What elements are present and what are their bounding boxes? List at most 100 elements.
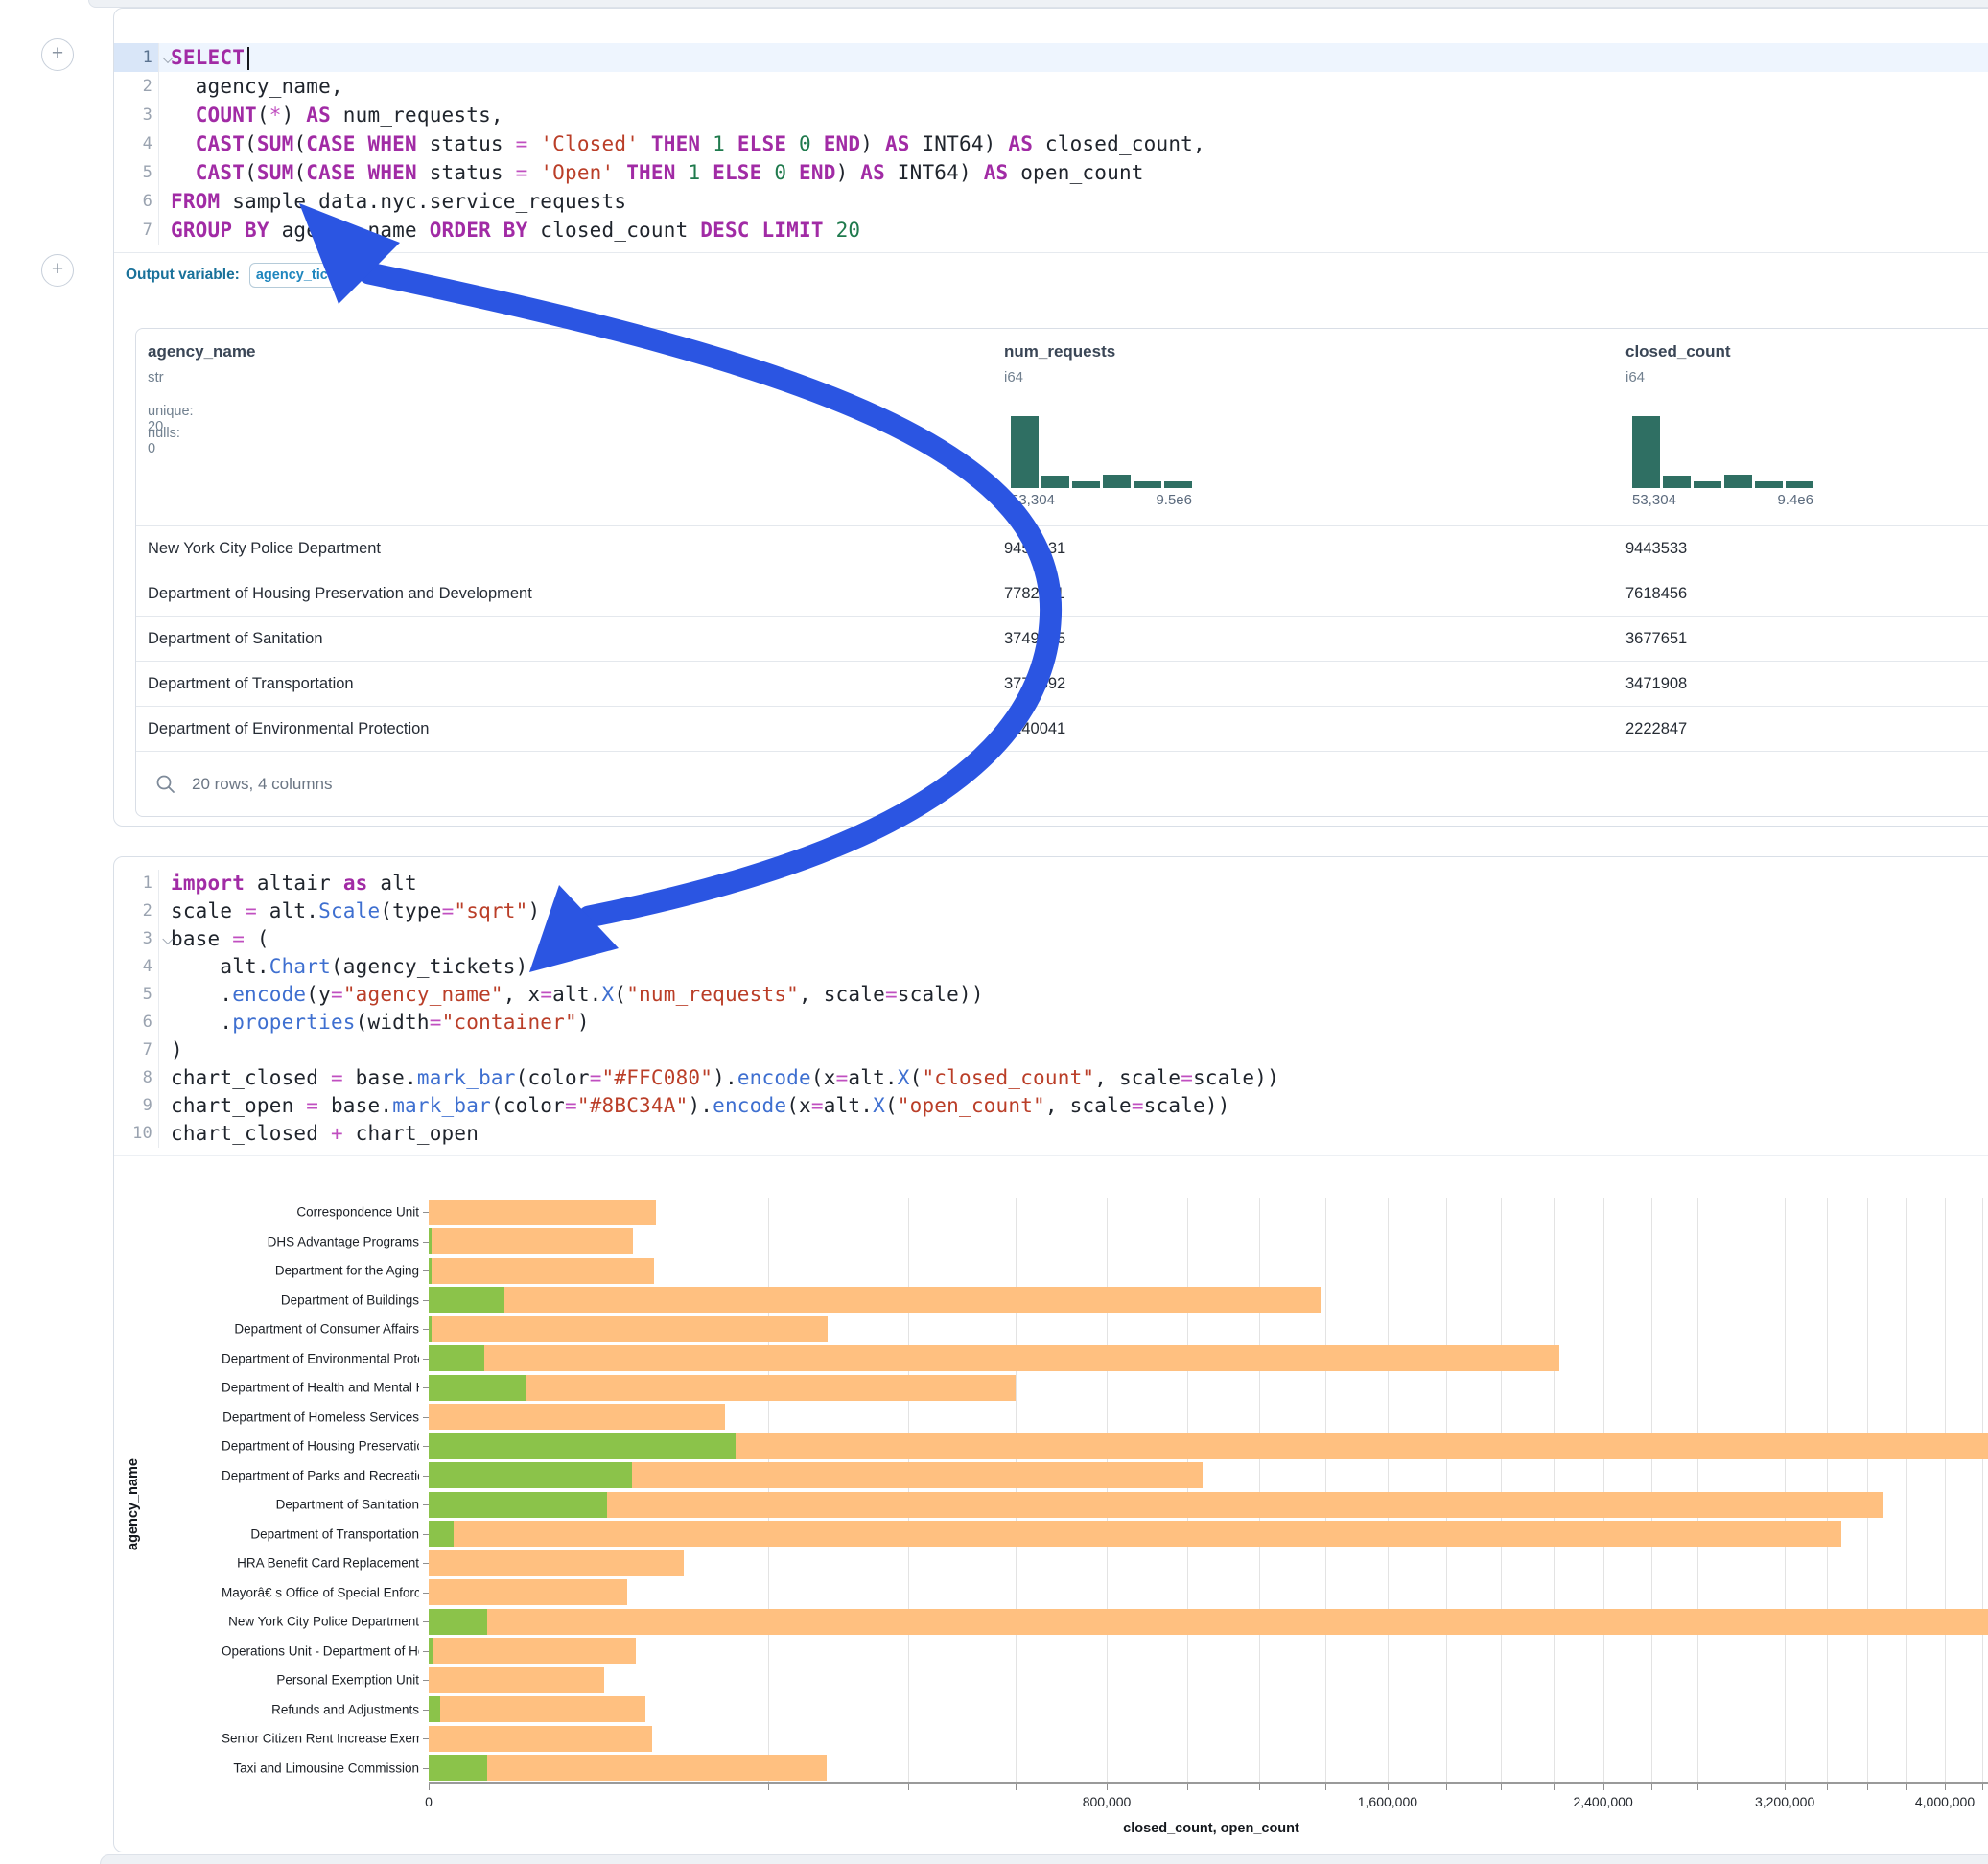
closed_count-bar bbox=[429, 1638, 636, 1664]
y-axis-tick bbox=[423, 1300, 429, 1301]
y-axis-label: Department of Housing Preservation … bbox=[222, 1439, 419, 1454]
x-axis-tick bbox=[768, 1784, 769, 1790]
y-axis-tick bbox=[423, 1359, 429, 1360]
table-row[interactable]: Department of Transportation377489234719… bbox=[136, 661, 1988, 707]
code-text[interactable]: alt.Chart(agency_tickets) bbox=[159, 953, 1988, 981]
python-code-editor[interactable]: 1import altair as alt2scale = alt.Scale(… bbox=[114, 857, 1988, 1156]
y-axis-label: Personal Exemption Unit bbox=[222, 1673, 419, 1688]
table-row[interactable]: Department of Housing Preservation and D… bbox=[136, 571, 1988, 617]
code-line[interactable]: 1SELECT bbox=[114, 43, 1988, 72]
x-axis-title: closed_count, open_count bbox=[1123, 1821, 1299, 1836]
code-line[interactable]: 5 .encode(y="agency_name", x=alt.X("num_… bbox=[114, 981, 1988, 1009]
code-line[interactable]: 4 alt.Chart(agency_tickets) bbox=[114, 953, 1988, 981]
code-text[interactable]: COUNT(*) AS num_requests, bbox=[159, 101, 1988, 129]
x-axis-tick bbox=[1259, 1784, 1260, 1790]
row-column-count: 20 rows, 4 columns bbox=[192, 775, 332, 794]
code-text[interactable]: FROM sample_data.nyc.service_requests bbox=[159, 187, 1988, 216]
table-cell: 3471908 bbox=[1625, 662, 1687, 707]
histogram-max-label: 9.4e6 bbox=[1632, 492, 1813, 508]
x-axis-tick bbox=[1906, 1784, 1907, 1790]
add-cell-button[interactable]: + bbox=[41, 38, 74, 71]
sql-cell: 1SELECT2 agency_name,3 COUNT(*) AS num_r… bbox=[113, 8, 1988, 827]
code-line[interactable]: 3 COUNT(*) AS num_requests, bbox=[114, 101, 1988, 129]
code-text[interactable]: base = ( bbox=[159, 925, 1988, 953]
table-row[interactable]: Department of Environmental Protection22… bbox=[136, 706, 1988, 752]
code-line[interactable]: 9chart_open = base.mark_bar(color="#8BC3… bbox=[114, 1092, 1988, 1120]
code-line[interactable]: 5 CAST(SUM(CASE WHEN status = 'Open' THE… bbox=[114, 158, 1988, 187]
code-line[interactable]: 8chart_closed = base.mark_bar(color="#FF… bbox=[114, 1064, 1988, 1092]
table-row[interactable]: New York City Police Department945313194… bbox=[136, 525, 1988, 571]
line-number: 2 bbox=[114, 897, 159, 925]
code-text[interactable]: SELECT bbox=[159, 43, 1988, 72]
table-row[interactable]: Department of Sanitation37494853677651 bbox=[136, 616, 1988, 662]
add-cell-button[interactable]: + bbox=[41, 254, 74, 287]
y-axis-tick bbox=[423, 1768, 429, 1769]
y-axis-tick bbox=[423, 1242, 429, 1243]
code-text[interactable]: .encode(y="agency_name", x=alt.X("num_re… bbox=[159, 981, 1988, 1009]
code-line[interactable]: 2 agency_name, bbox=[114, 72, 1988, 101]
code-text[interactable]: chart_closed + chart_open bbox=[159, 1120, 1988, 1148]
code-line[interactable]: 6FROM sample_data.nyc.service_requests bbox=[114, 187, 1988, 216]
x-axis-tick bbox=[1982, 1784, 1983, 1790]
column-name: agency_name bbox=[148, 342, 255, 361]
code-text[interactable]: .properties(width="container") bbox=[159, 1009, 1988, 1037]
search-icon[interactable] bbox=[155, 774, 176, 795]
code-line[interactable]: 10chart_closed + chart_open bbox=[114, 1120, 1988, 1148]
column-histogram bbox=[1011, 411, 1192, 488]
y-axis-label: Department of Parks and Recreation bbox=[222, 1468, 419, 1482]
line-number: 5 bbox=[114, 981, 159, 1009]
code-text[interactable]: GROUP BY agency_name ORDER BY closed_cou… bbox=[159, 216, 1988, 245]
open_count-bar bbox=[429, 1345, 484, 1371]
open_count-bar bbox=[429, 1287, 504, 1313]
gridline bbox=[768, 1198, 769, 1782]
table-cell: 7782211 bbox=[1004, 571, 1064, 617]
gridline bbox=[1259, 1198, 1260, 1782]
code-line[interactable]: 1import altair as alt bbox=[114, 870, 1988, 897]
gridline bbox=[1446, 1198, 1447, 1782]
table-footer: 20 rows, 4 columns bbox=[136, 751, 1988, 817]
x-axis-tick bbox=[1388, 1784, 1389, 1790]
closed_count-bar bbox=[429, 1345, 1559, 1371]
code-text[interactable]: CAST(SUM(CASE WHEN status = 'Closed' THE… bbox=[159, 129, 1988, 158]
column-name: closed_count bbox=[1625, 342, 1731, 361]
code-text[interactable]: import altair as alt bbox=[159, 870, 1988, 897]
table-cell: 3749485 bbox=[1004, 617, 1065, 662]
y-axis-label: Refunds and Adjustments bbox=[222, 1702, 419, 1716]
line-number: 10 bbox=[114, 1120, 159, 1148]
y-axis-tick bbox=[423, 1563, 429, 1564]
y-axis-label: Department of Homeless Services bbox=[222, 1410, 419, 1424]
line-number: 7 bbox=[114, 216, 159, 245]
histogram-max-label: 9.5e6 bbox=[1011, 492, 1192, 508]
code-text[interactable]: CAST(SUM(CASE WHEN status = 'Open' THEN … bbox=[159, 158, 1988, 187]
output-variable-row: Output variable: agency_tickets bbox=[114, 252, 1988, 297]
table-cell: Department of Housing Preservation and D… bbox=[148, 571, 532, 617]
code-line[interactable]: 7GROUP BY agency_name ORDER BY closed_co… bbox=[114, 216, 1988, 245]
closed_count-bar bbox=[429, 1316, 828, 1342]
gridline bbox=[1982, 1198, 1983, 1782]
x-axis-tick bbox=[1187, 1784, 1188, 1790]
closed_count-bar bbox=[429, 1200, 656, 1225]
code-line[interactable]: 7) bbox=[114, 1037, 1988, 1064]
gridline bbox=[1785, 1198, 1786, 1782]
x-axis-tick bbox=[1867, 1784, 1868, 1790]
histogram-bar bbox=[1164, 481, 1192, 488]
code-line[interactable]: 4 CAST(SUM(CASE WHEN status = 'Closed' T… bbox=[114, 129, 1988, 158]
code-line[interactable]: 6 .properties(width="container") bbox=[114, 1009, 1988, 1037]
y-axis-tick bbox=[423, 1387, 429, 1388]
code-line[interactable]: 2scale = alt.Scale(type="sqrt") bbox=[114, 897, 1988, 925]
code-text[interactable]: chart_closed = base.mark_bar(color="#FFC… bbox=[159, 1064, 1988, 1092]
closed_count-bar bbox=[429, 1521, 1841, 1547]
code-text[interactable]: chart_open = base.mark_bar(color="#8BC34… bbox=[159, 1092, 1988, 1120]
line-number: 9 bbox=[114, 1092, 159, 1120]
code-text[interactable]: agency_name, bbox=[159, 72, 1988, 101]
y-axis-label: Department of Environmental Protection bbox=[222, 1351, 419, 1365]
output-variable-pill[interactable]: agency_tickets bbox=[249, 263, 356, 288]
histogram-bar bbox=[1134, 481, 1161, 488]
code-text[interactable]: scale = alt.Scale(type="sqrt") bbox=[159, 897, 1988, 925]
code-text[interactable]: ) bbox=[159, 1037, 1988, 1064]
column-histogram bbox=[1632, 411, 1813, 488]
sql-code-editor[interactable]: 1SELECT2 agency_name,3 COUNT(*) AS num_r… bbox=[114, 9, 1988, 252]
y-axis-tick bbox=[423, 1680, 429, 1681]
code-line[interactable]: 3base = ( bbox=[114, 925, 1988, 953]
x-axis-tick bbox=[908, 1784, 909, 1790]
